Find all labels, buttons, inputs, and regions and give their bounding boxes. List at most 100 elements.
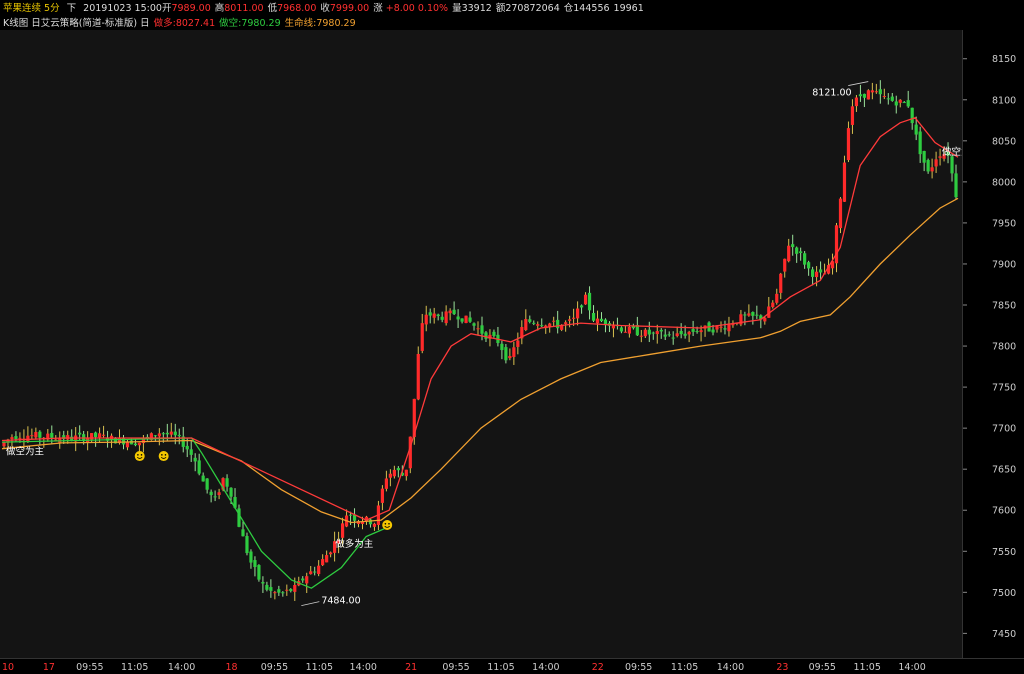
candle-body — [659, 329, 663, 332]
open-interest-value: 144556 — [573, 3, 610, 14]
smile-face — [158, 451, 169, 462]
candle-body — [532, 322, 536, 324]
candle-body — [747, 313, 751, 316]
candle-body — [846, 128, 851, 161]
candle-body — [583, 294, 588, 305]
price-tick-label: 7600 — [992, 506, 1016, 517]
symbol-name: 苹果连续 — [3, 3, 42, 14]
close-label: 收 — [320, 3, 330, 14]
price-chart-svg[interactable]: 8121.007484.00做多为主做空为主做空为主 — [0, 30, 962, 658]
candle-body — [878, 89, 882, 95]
candle-body — [743, 314, 747, 316]
candle-body — [420, 323, 424, 351]
candle-body — [66, 435, 70, 440]
high-value: 8011.00 — [224, 3, 264, 14]
candle-body — [811, 269, 815, 277]
candle-body — [771, 302, 775, 308]
candle-body — [516, 340, 520, 347]
candle-body — [568, 319, 572, 321]
candle-body — [922, 150, 926, 163]
open-value: 7989.00 — [171, 3, 211, 14]
candle-body — [914, 124, 918, 135]
candle-body — [50, 432, 54, 438]
candle-body — [763, 317, 767, 322]
smile-eye — [384, 523, 387, 525]
smile-eye — [388, 523, 390, 525]
candle-body — [858, 94, 863, 97]
candle-body — [285, 589, 289, 591]
candle-body — [775, 293, 779, 303]
candle-body — [683, 333, 687, 336]
candle-body — [452, 309, 456, 315]
candle-body — [484, 332, 488, 339]
candle-body — [380, 488, 385, 503]
candle-body — [695, 331, 699, 333]
direction-label: 下 — [66, 3, 77, 14]
candle-body — [751, 312, 755, 316]
candle-body — [317, 565, 321, 575]
price-axis[interactable]: 7450 7500 7550 7600 7650 7700 7750 7800 7850 7900… — [962, 30, 1024, 658]
short-line-label: 做空: — [219, 18, 242, 29]
smile-eye — [164, 454, 167, 456]
price-mark-label: 8121.00 — [812, 88, 851, 99]
candle-body — [791, 244, 795, 248]
candle-body — [301, 578, 305, 581]
smile-icon — [158, 451, 169, 462]
candle-body — [579, 305, 584, 308]
candle-body — [404, 469, 408, 477]
candle-body — [711, 329, 715, 333]
candle-body — [352, 514, 357, 521]
time-tick-label: 14:00 — [898, 662, 925, 673]
bar-datetime: 20191023 15:00 — [83, 3, 162, 14]
candle-body — [464, 315, 468, 324]
candle-body — [504, 347, 508, 361]
price-tick-label: 7450 — [992, 629, 1016, 640]
candle-body — [177, 434, 181, 437]
candle-body — [882, 96, 886, 98]
candle-body — [269, 587, 273, 591]
time-tick-label: 09:55 — [442, 662, 469, 673]
time-tick-label: 14:00 — [532, 662, 559, 673]
open-interest-extra: 19961 — [613, 3, 644, 14]
candle-body — [416, 353, 420, 400]
candle-body — [818, 269, 823, 273]
candle-body — [687, 331, 691, 335]
candle-body — [101, 434, 106, 436]
candle-body — [229, 487, 233, 497]
candle-body — [468, 317, 472, 322]
candle-body — [384, 478, 388, 489]
time-tick-label: 11:05 — [121, 662, 148, 673]
candle-body — [305, 576, 309, 584]
change-value: +8.00 — [385, 3, 415, 14]
candle-body — [894, 101, 898, 106]
candle-body — [902, 102, 906, 104]
long-line-value: 8027.41 — [175, 18, 216, 29]
candle-body — [30, 435, 34, 437]
volume-value: 33912 — [461, 3, 492, 14]
candle-body — [201, 475, 205, 482]
time-tick-label: 09:55 — [76, 662, 103, 673]
period-label: 5分 — [44, 3, 60, 14]
candle-body — [719, 326, 723, 328]
candle-body — [97, 433, 102, 438]
candle-body — [265, 584, 269, 590]
time-axis[interactable]: 10 17 09:55 11:05 14:00 18 09:55 11:05 14:00 21 09… — [0, 658, 1024, 673]
price-chart-area[interactable]: 8121.007484.00做多为主做空为主做空为主 — [0, 30, 962, 658]
candle-body — [133, 443, 138, 446]
candle-body — [679, 330, 683, 335]
candle-body — [424, 314, 428, 325]
candle-body — [906, 100, 910, 107]
smile-face — [382, 520, 393, 531]
candle-body — [850, 106, 855, 125]
candle-body — [325, 555, 329, 563]
candle-body — [799, 251, 803, 253]
candle-body — [795, 247, 799, 254]
change-pct: 0.10% — [417, 3, 449, 14]
price-tick-label: 7650 — [992, 465, 1016, 476]
candle-body — [213, 496, 217, 498]
life-line-value: 7980.29 — [316, 18, 356, 29]
candle-body — [392, 469, 396, 477]
candle-body — [257, 565, 261, 580]
candle-body — [217, 492, 221, 496]
candle-body — [854, 97, 859, 107]
